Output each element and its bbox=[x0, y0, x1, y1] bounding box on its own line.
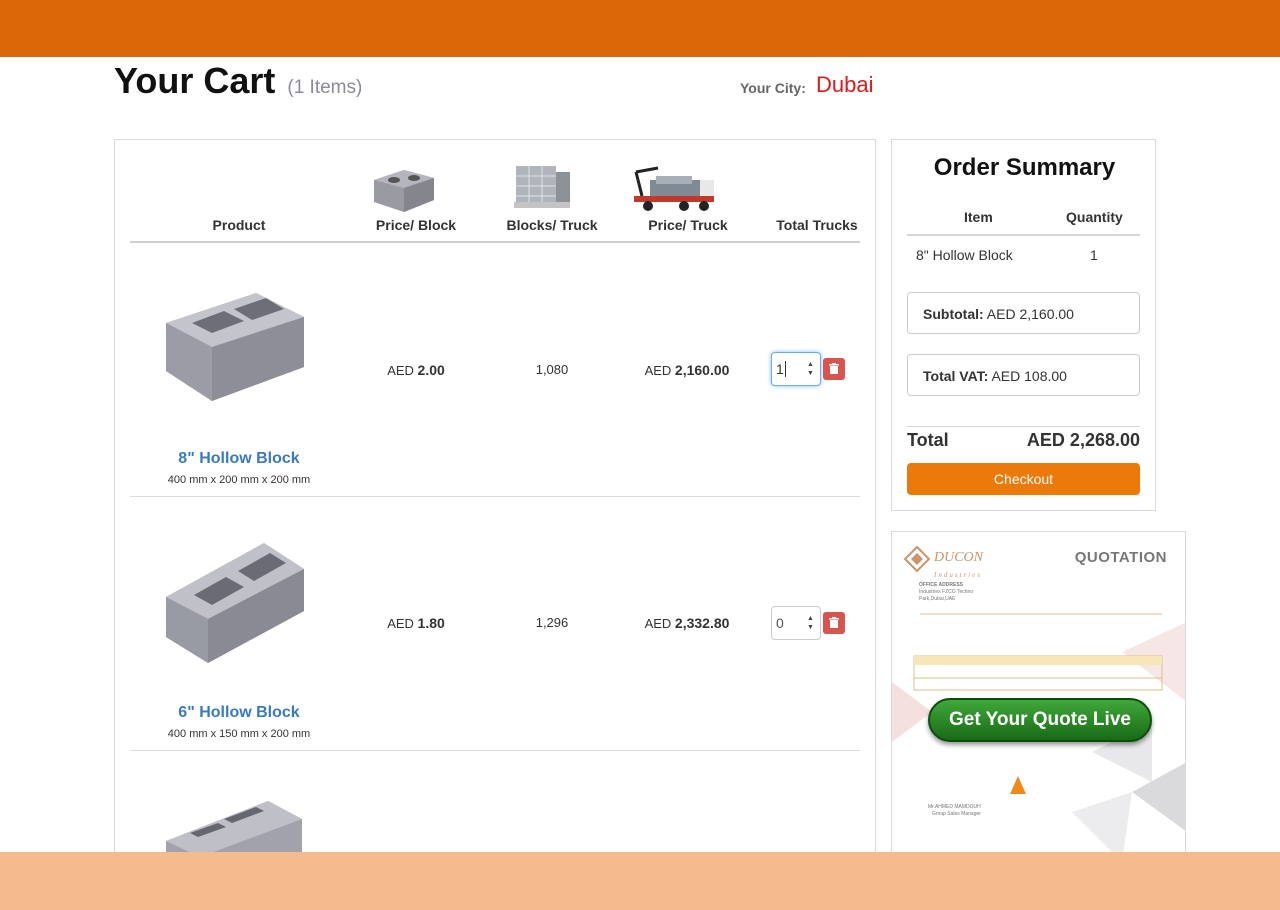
office-address-label: OFFICE ADDRESS bbox=[919, 582, 963, 588]
product-image[interactable] bbox=[164, 289, 306, 405]
col-price-truck: Price/ Truck bbox=[648, 217, 728, 233]
trash-icon bbox=[829, 617, 839, 628]
divider bbox=[907, 234, 1140, 236]
cart-title-text: Your Cart bbox=[114, 60, 276, 101]
quantity-value: 0 bbox=[776, 615, 784, 631]
stepper-arrows-icon[interactable]: ▲ ▼ bbox=[807, 614, 815, 632]
cart-row: 6" Hollow Block 400 mm x 150 mm x 200 mm… bbox=[130, 497, 860, 751]
truck-quantity-input[interactable]: 0 ▲ ▼ bbox=[771, 606, 821, 640]
summary-col-item: Item bbox=[964, 209, 993, 225]
price-block-value: 1.80 bbox=[417, 615, 445, 631]
price-per-block: AED 1.80 bbox=[366, 615, 466, 631]
quantity-value: 1 bbox=[776, 361, 784, 377]
pallet-icon bbox=[514, 166, 570, 208]
page-title: Your Cart (1 Items) bbox=[114, 60, 362, 102]
quote-banner[interactable]: DUCON Industries QUOTATION OFFICE ADDRES… bbox=[891, 531, 1186, 861]
blocks-per-truck: 1,296 bbox=[535, 615, 569, 630]
quotation-heading: QUOTATION bbox=[1074, 549, 1167, 566]
stepper-arrows-icon[interactable]: ▲ ▼ bbox=[807, 360, 815, 378]
cart-row: 8" Hollow Block 400 mm x 200 mm x 200 mm… bbox=[130, 243, 860, 497]
product-image[interactable] bbox=[164, 797, 306, 857]
checkout-button[interactable]: Checkout bbox=[907, 463, 1140, 495]
trash-icon bbox=[829, 363, 839, 374]
blocks-per-truck: 1,080 bbox=[535, 362, 569, 377]
product-dimensions: 400 mm x 200 mm x 200 mm bbox=[167, 474, 311, 486]
vat-box: Total VAT: AED 108.00 bbox=[907, 354, 1140, 396]
price-truck-value: 2,332.80 bbox=[674, 615, 730, 631]
bottom-bar bbox=[0, 852, 1280, 910]
delete-button[interactable] bbox=[823, 612, 845, 634]
price-per-truck: AED 2,160.00 bbox=[632, 362, 742, 378]
price-truck-value: 2,160.00 bbox=[674, 362, 730, 378]
col-total-trucks: Total Trucks bbox=[776, 217, 858, 233]
currency: AED bbox=[387, 616, 414, 631]
price-per-block: AED 2.00 bbox=[366, 362, 466, 378]
order-summary-title: Order Summary bbox=[933, 154, 1116, 181]
top-header-bar bbox=[0, 0, 1280, 57]
logo-brand: DUCON bbox=[934, 550, 984, 565]
vat-value: AED 108.00 bbox=[991, 368, 1067, 384]
block-icon bbox=[374, 170, 434, 212]
cart-row bbox=[130, 751, 860, 861]
truck-quantity-input[interactable]: 1 ▲ ▼ bbox=[771, 352, 821, 386]
currency: AED bbox=[387, 363, 414, 378]
office-address-line: Industries FZCO Techno bbox=[919, 589, 974, 595]
col-blocks-truck: Blocks/ Truck bbox=[506, 217, 598, 233]
signatory-role: Group Sales Manager bbox=[932, 811, 981, 817]
product-image[interactable] bbox=[164, 539, 306, 665]
truck-icon bbox=[634, 166, 714, 211]
currency: AED bbox=[644, 363, 672, 378]
price-per-truck: AED 2,332.80 bbox=[632, 615, 742, 631]
ducon-logo-text: DUCON Industries bbox=[934, 550, 983, 582]
total-value: AED 2,268.00 bbox=[1026, 430, 1140, 450]
col-price-block: Price/ Block bbox=[375, 217, 457, 233]
vat-label: Total VAT: bbox=[923, 368, 989, 384]
text-cursor bbox=[784, 361, 786, 377]
subtotal-box: Subtotal: AED 2,160.00 bbox=[907, 292, 1140, 334]
currency: AED bbox=[644, 616, 672, 631]
product-link[interactable]: 6" Hollow Block bbox=[130, 704, 348, 722]
total-label: Total bbox=[907, 430, 949, 450]
delete-button[interactable] bbox=[823, 358, 845, 380]
signatory-name: Mr.AHMED MAMDOUH bbox=[928, 804, 981, 810]
ducon-logo-icon bbox=[904, 546, 930, 572]
product-link[interactable]: 8" Hollow Block bbox=[130, 450, 348, 468]
col-product: Product bbox=[212, 217, 266, 233]
subtotal-value: AED 2,160.00 bbox=[986, 306, 1074, 322]
divider bbox=[907, 426, 1140, 427]
price-block-value: 2.00 bbox=[417, 362, 445, 378]
cart-item-count: (1 Items) bbox=[287, 77, 363, 98]
city-selector[interactable]: Dubai bbox=[816, 72, 873, 98]
get-quote-live-button[interactable]: Get Your Quote Live bbox=[928, 698, 1152, 742]
summary-col-quantity: Quantity bbox=[1066, 209, 1123, 225]
summary-item-qty: 1 bbox=[1090, 247, 1098, 263]
cart-table-header: Product Price/ Block Blocks/ Truck Price… bbox=[130, 150, 860, 243]
city-label: Your City: bbox=[740, 80, 806, 96]
product-dimensions: 400 mm x 150 mm x 200 mm bbox=[167, 728, 311, 740]
logo-subtitle: Industries bbox=[934, 571, 982, 579]
subtotal-label: Subtotal: bbox=[923, 306, 984, 322]
office-address-line: Park,Dubai,UAE bbox=[919, 596, 956, 602]
summary-item-name: 8" Hollow Block bbox=[916, 247, 1013, 263]
order-summary-panel: Order Summary Item Quantity 8" Hollow Bl… bbox=[891, 139, 1156, 511]
